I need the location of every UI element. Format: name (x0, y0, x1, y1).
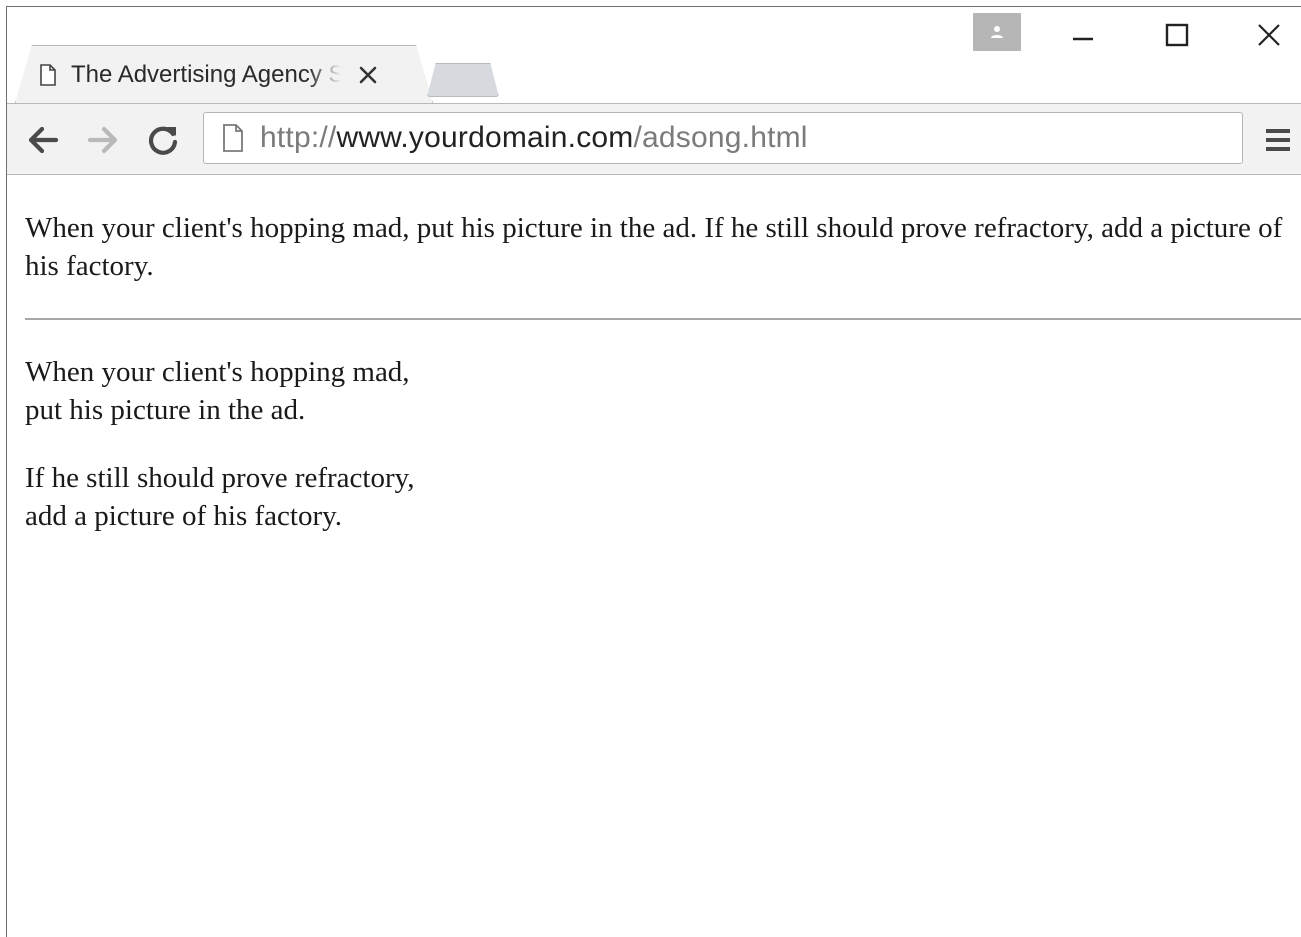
maximize-icon[interactable] (1147, 15, 1207, 55)
stanza-line: put his picture in the ad. (25, 394, 306, 426)
url-host: www.yourdomain.com (336, 121, 634, 154)
url-path: /adsong.html (633, 121, 808, 154)
title-bar: The Advertising Agency Song (7, 7, 1301, 103)
tab-title: The Advertising Agency Song (71, 61, 341, 88)
browser-tab[interactable]: The Advertising Agency Song (19, 47, 421, 103)
browser-window: The Advertising Agency Song (6, 6, 1301, 937)
page-content: When your client's hopping mad, put his … (7, 175, 1301, 935)
back-arrow-icon[interactable] (23, 120, 63, 160)
browser-toolbar: http://www.yourdomain.com/adsong.html (7, 103, 1301, 175)
page-icon (222, 124, 246, 152)
stanza-line: If he still should prove refractory, (25, 462, 415, 494)
new-tab-icon[interactable] (427, 63, 499, 97)
stanza-line: add a picture of his factory. (25, 500, 342, 532)
page-icon (39, 64, 57, 86)
window-close-icon[interactable] (1239, 15, 1299, 55)
url-text: http://www.yourdomain.com/adsong.html (260, 121, 808, 155)
person-icon[interactable] (973, 13, 1021, 51)
hamburger-menu-icon[interactable] (1261, 122, 1295, 158)
url-scheme: http:// (260, 121, 337, 154)
horizontal-rule (25, 318, 1301, 320)
paragraph-text: When your client's hopping mad, put his … (25, 212, 1283, 282)
close-icon[interactable] (357, 64, 379, 86)
reload-icon[interactable] (143, 120, 183, 160)
stanza-1: When your client's hopping mad, put his … (25, 353, 725, 429)
address-bar[interactable]: http://www.yourdomain.com/adsong.html (203, 112, 1243, 164)
forward-arrow-icon[interactable] (83, 120, 123, 160)
stanza-line: When your client's hopping mad, (25, 356, 410, 388)
minimize-icon[interactable] (1053, 15, 1113, 55)
stanza-2: If he still should prove refractory, add… (25, 459, 725, 535)
